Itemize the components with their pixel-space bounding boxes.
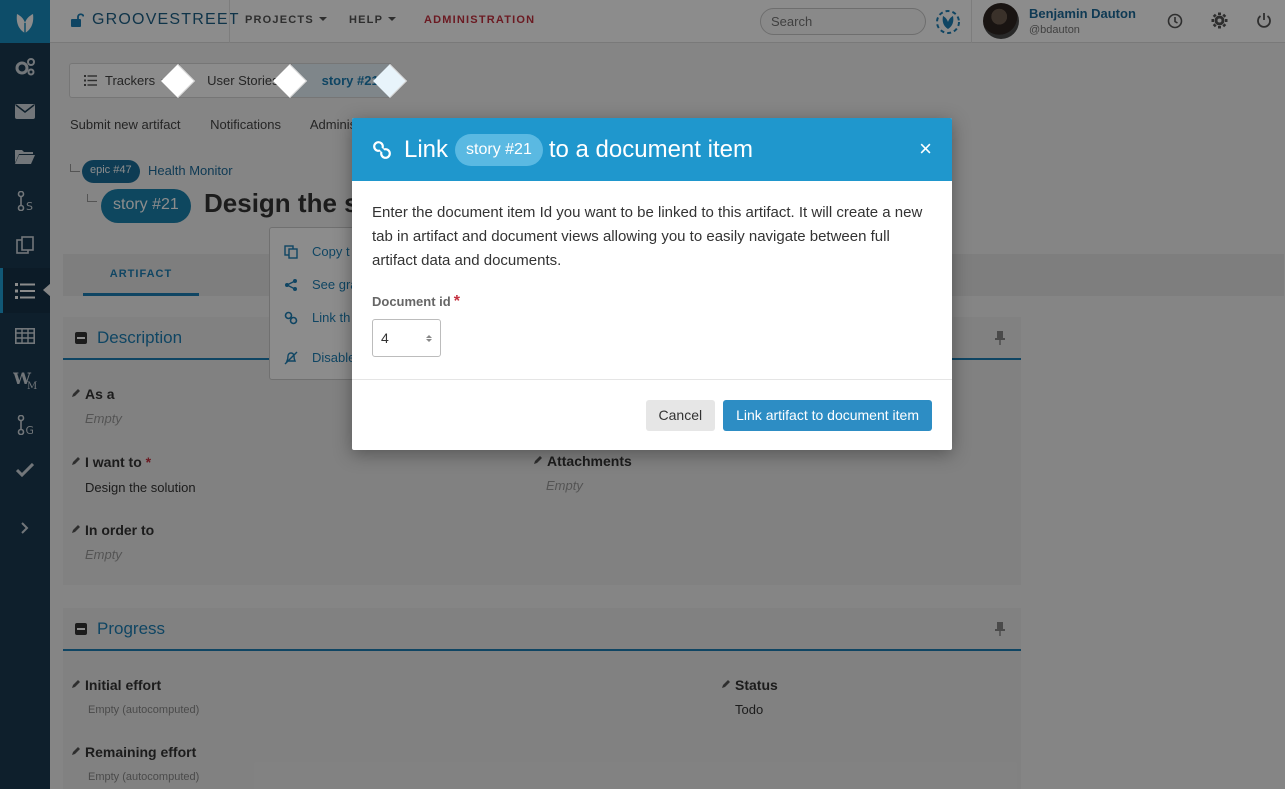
link-artifact-button[interactable]: Link artifact to document item	[723, 399, 932, 431]
document-id-label: Document id *	[372, 293, 460, 310]
modal-story-badge: story #21	[455, 133, 543, 166]
modal-description: Enter the document item Id you want to b…	[372, 204, 923, 269]
document-id-input[interactable]: 4	[372, 319, 441, 357]
link-document-modal: Link story #21 to a document item × Ente…	[352, 118, 952, 450]
cancel-button[interactable]: Cancel	[645, 399, 716, 431]
link-icon	[373, 140, 391, 159]
number-spinner-icon[interactable]	[426, 334, 432, 342]
modal-body: Enter the document item Id you want to b…	[352, 181, 952, 380]
modal-header: Link story #21 to a document item ×	[352, 118, 952, 181]
close-icon[interactable]: ×	[919, 138, 932, 160]
modal-footer: Cancel Link artifact to document item	[352, 380, 952, 450]
required-asterisk: *	[453, 293, 460, 310]
modal-title: Link story #21 to a document item	[404, 133, 753, 166]
